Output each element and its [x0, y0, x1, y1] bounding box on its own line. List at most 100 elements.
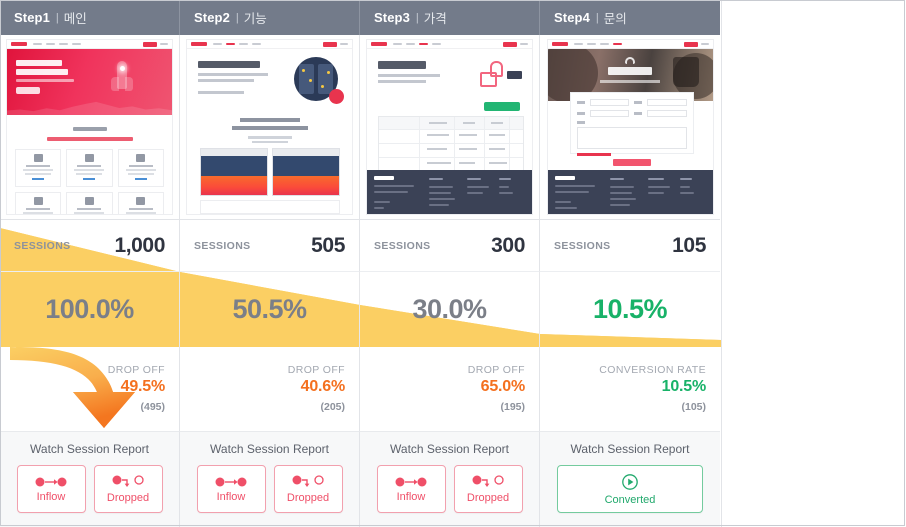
feature-card — [15, 192, 62, 214]
sessions-cell-2: SESSIONS 505 — [180, 220, 360, 272]
heatmap-note — [200, 200, 340, 214]
mini-nav-links — [213, 42, 261, 46]
thumbnail-cell-1[interactable] — [0, 35, 180, 220]
sessions-label-1: SESSIONS — [14, 239, 71, 252]
thumbnail-cell-2[interactable] — [180, 35, 360, 220]
converted-button-4[interactable]: Converted — [557, 465, 703, 513]
watch-session-report-title-4: Watch Session Report — [570, 442, 690, 456]
hero-banner — [7, 49, 172, 115]
step-header-4[interactable]: Step4 | 문의 — [540, 0, 720, 35]
skyline-decoration — [7, 101, 172, 115]
dropped-button-3[interactable]: Dropped — [453, 465, 523, 513]
watch-cell-4: Watch Session Report Converted — [540, 432, 720, 527]
feature-card — [66, 149, 113, 187]
watch-cell-1: Watch Session Report Inflow Dropped — [0, 432, 180, 527]
step-label-2: 기능 — [243, 12, 267, 26]
watch-buttons-1: Inflow Dropped — [16, 465, 163, 513]
percent-cell-4: 10.5% — [540, 272, 720, 347]
funnel-report-page: Step1 | 메인 SESSIONS 1,000 100.0% DROP OF… — [0, 0, 906, 527]
inflow-label-1: Inflow — [36, 490, 66, 503]
mini-nav-buttons — [323, 41, 348, 47]
step-separator-1: | — [55, 11, 59, 24]
dropoff-label-3: DROP OFF — [467, 363, 525, 376]
sessions-cell-4: SESSIONS 105 — [540, 220, 720, 272]
heatmap-screenshot — [200, 148, 268, 196]
watch-buttons-2: Inflow Dropped — [196, 465, 343, 513]
conversion-percent-1: 100.0% — [45, 294, 134, 324]
heatmap-screenshots — [200, 148, 340, 196]
sessions-label-3: SESSIONS — [374, 239, 431, 252]
heatmap-screenshot — [272, 148, 340, 196]
dropped-button-1[interactable]: Dropped — [93, 465, 163, 513]
dropoff-cell-3: DROP OFF 65.0% (195) — [360, 347, 540, 432]
dropoff-count-1: (495) — [140, 400, 165, 413]
conversion-rate-percent-4: 10.5% — [661, 377, 707, 395]
conversion-rate-label-4: CONVERSION RATE — [599, 363, 706, 376]
mini-footer — [367, 170, 532, 214]
step-header-2[interactable]: Step2 | 기능 — [180, 0, 360, 35]
feature-card — [117, 149, 164, 187]
heatmap-page-thumbnail[interactable] — [186, 39, 353, 215]
mini-navbar — [7, 40, 172, 49]
sessions-cell-3: SESSIONS 300 — [360, 220, 540, 272]
conversion-percent-4: 10.5% — [592, 294, 668, 324]
inflow-icon — [35, 477, 67, 486]
mini-navbar — [367, 40, 532, 49]
step-label-1: 메인 — [63, 12, 87, 26]
inflow-button-1[interactable]: Inflow — [16, 465, 86, 513]
step-name-4: Step4 — [554, 10, 590, 25]
inflow-label-3: Inflow — [396, 490, 426, 503]
heatmap-hero — [187, 49, 352, 111]
main-page-thumbnail[interactable] — [6, 39, 173, 215]
feature-card — [15, 149, 62, 187]
sessions-value-4: 105 — [672, 233, 706, 257]
mini-nav-buttons — [683, 41, 709, 47]
sessions-label-2: SESSIONS — [194, 239, 251, 252]
inflow-icon — [215, 477, 247, 486]
dropped-icon — [472, 474, 504, 487]
mini-nav-buttons — [143, 41, 168, 47]
funnel-column-step1: Step1 | 메인 SESSIONS 1,000 100.0% DROP OF… — [0, 0, 180, 527]
dropoff-percent-1: 49.5% — [120, 377, 166, 395]
empty-right-pane — [721, 0, 906, 527]
mini-logo-icon — [371, 42, 387, 46]
funnel-column-step4: Step4 | 문의 SESSIONS 105 10.5% CONVERSION… — [540, 0, 720, 527]
dropoff-percent-2: 40.6% — [300, 377, 346, 395]
watch-session-report-title-2: Watch Session Report — [210, 442, 329, 456]
dropped-icon — [112, 474, 144, 487]
dropped-label-1: Dropped — [106, 491, 150, 504]
mini-nav-links — [573, 42, 622, 46]
inflow-button-3[interactable]: Inflow — [376, 465, 446, 513]
step-header-1[interactable]: Step1 | 메인 — [0, 0, 180, 35]
price-tag-icon — [507, 71, 522, 79]
inflow-button-2[interactable]: Inflow — [196, 465, 266, 513]
step-name-2: Step2 — [194, 10, 230, 25]
mini-navbar — [187, 40, 352, 49]
watch-session-report-title-3: Watch Session Report — [390, 442, 509, 456]
watch-cell-2: Watch Session Report Inflow Dropped — [180, 432, 360, 527]
contact-page-thumbnail[interactable] — [546, 39, 714, 215]
step-name-3: Step3 — [374, 10, 410, 25]
thumbnail-cell-3[interactable] — [360, 35, 540, 220]
pricing-page-thumbnail[interactable] — [366, 39, 533, 215]
step-separator-3: | — [415, 11, 419, 24]
mini-footer — [547, 170, 713, 214]
mini-logo-icon — [551, 42, 568, 46]
dropoff-label-2: DROP OFF — [287, 363, 345, 376]
sessions-label-4: SESSIONS — [554, 239, 611, 252]
sessions-value-1: 1,000 — [114, 233, 165, 257]
dropoff-cell-1: DROP OFF 49.5% (495) — [0, 347, 180, 432]
conversion-percent-2: 50.5% — [232, 294, 307, 324]
dropped-button-2[interactable]: Dropped — [273, 465, 343, 513]
thumbs-up-icon — [480, 61, 504, 87]
features-section — [7, 115, 172, 214]
step-separator-2: | — [235, 11, 239, 24]
thumbnail-cell-4[interactable] — [540, 35, 720, 220]
hero-cta-button — [16, 87, 40, 94]
step-separator-4: | — [595, 11, 599, 24]
inflow-icon — [395, 477, 427, 486]
watch-cell-3: Watch Session Report Inflow Dropped — [360, 432, 540, 527]
funnel-columns: Step1 | 메인 SESSIONS 1,000 100.0% DROP OF… — [0, 0, 721, 527]
pricing-hero — [367, 49, 532, 97]
step-header-3[interactable]: Step3 | 가격 — [360, 0, 540, 35]
